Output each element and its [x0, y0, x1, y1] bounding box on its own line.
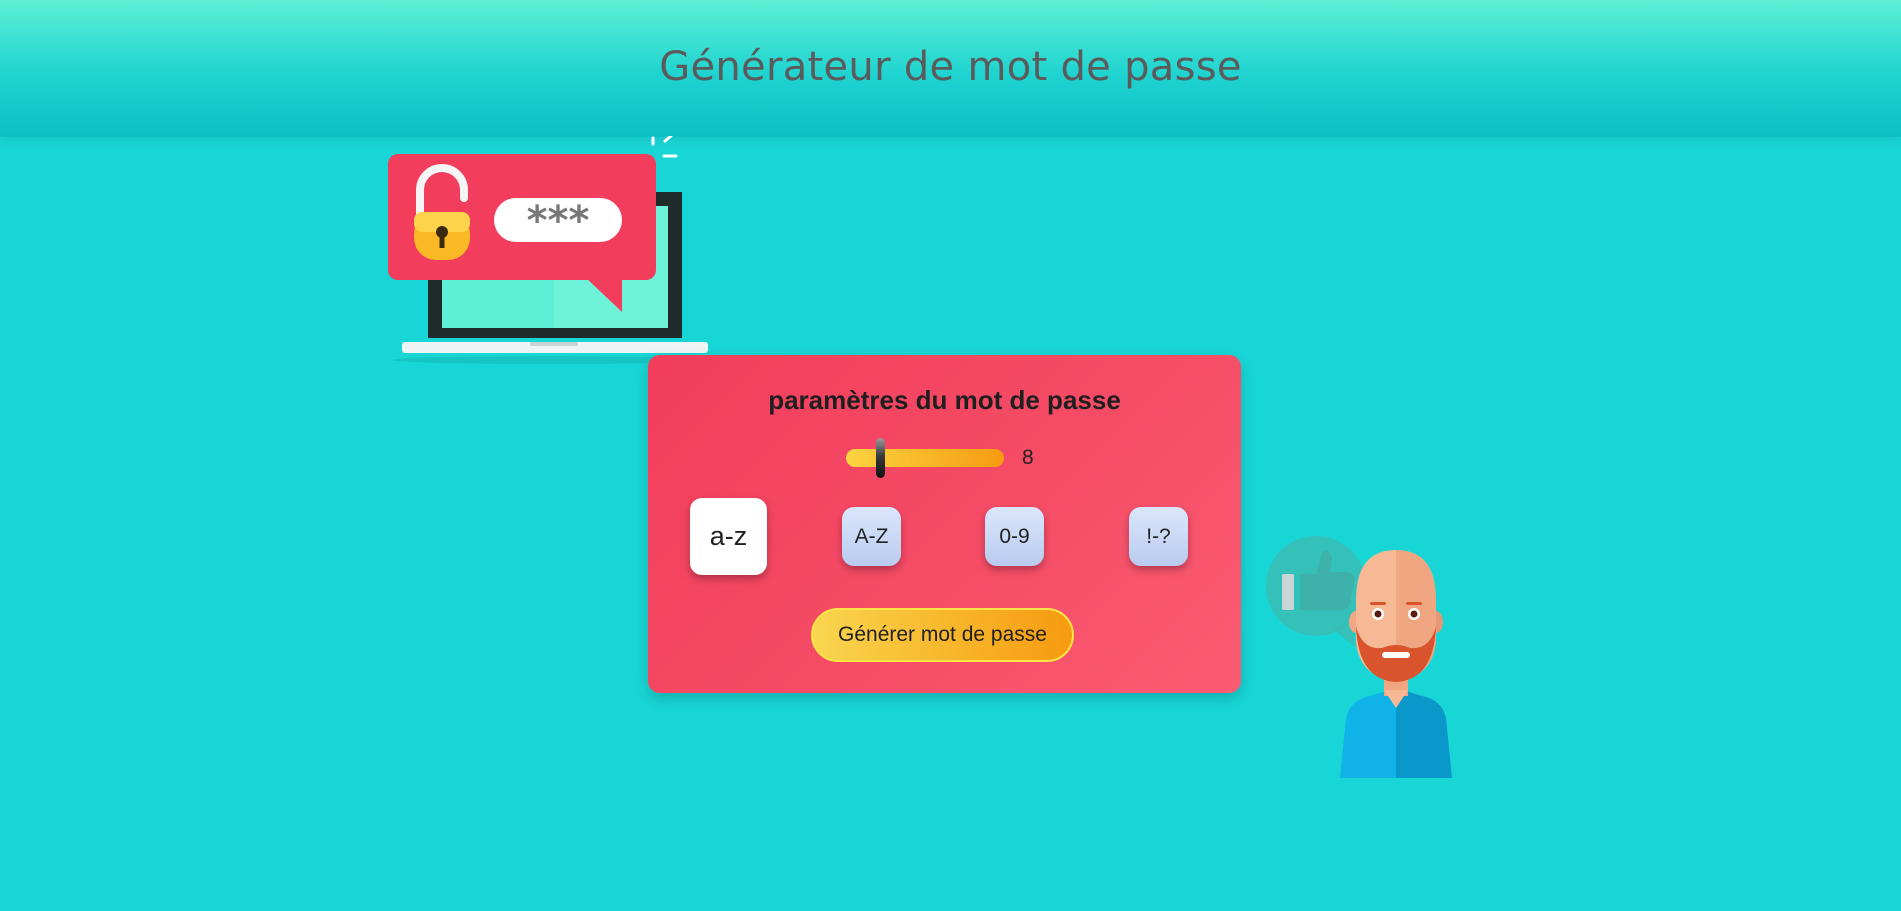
sparkle-icon — [651, 136, 678, 158]
shirt-left — [1340, 688, 1396, 778]
symbols-toggle[interactable]: !-? — [1129, 507, 1188, 566]
length-slider-thumb[interactable] — [876, 438, 885, 478]
length-slider[interactable] — [846, 438, 1004, 478]
thumbs-up-icon — [1266, 536, 1366, 648]
length-value: 8 — [1022, 446, 1034, 469]
digits-toggle[interactable]: 0-9 — [985, 507, 1044, 566]
laptop-password-illustration: *** — [388, 136, 712, 364]
password-settings-panel: paramètres du mot de passe 8 a-z A-Z 0-9… — [648, 355, 1241, 693]
uppercase-toggle[interactable]: A-Z — [842, 507, 901, 566]
shirt-right — [1396, 688, 1452, 778]
generate-password-button[interactable]: Générer mot de passe — [811, 608, 1074, 662]
person-thumbs-up-illustration — [1266, 536, 1452, 778]
panel-title: paramètres du mot de passe — [768, 385, 1121, 415]
lowercase-toggle[interactable]: a-z — [690, 498, 767, 575]
password-mask-text: *** — [527, 198, 590, 244]
page-header: Générateur de mot de passe — [0, 0, 1901, 137]
page-title: Générateur de mot de passe — [659, 44, 1242, 90]
